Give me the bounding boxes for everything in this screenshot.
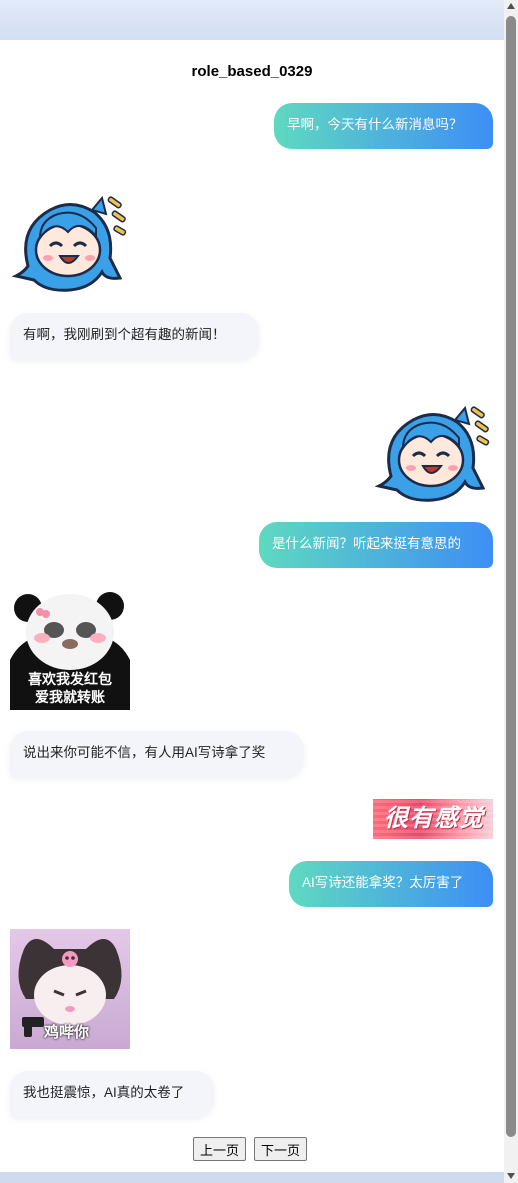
anime-girl-sticker xyxy=(11,195,127,292)
banner-sticker: 很有感觉 xyxy=(373,799,493,839)
scroll-up-arrow-icon[interactable] xyxy=(507,3,515,9)
scrollbar[interactable] xyxy=(504,0,518,1183)
message-bubble-sent: AI写诗还能拿奖？太厉害了 xyxy=(289,861,493,907)
next-page-button[interactable]: 下一页 xyxy=(254,1137,308,1161)
panda-meme-sticker: 喜欢我发红包 爱我就转账 xyxy=(10,590,130,710)
kuromi-sticker: 鸡哔你 xyxy=(10,929,130,1049)
banner-sticker-text: 很有感觉 xyxy=(384,805,484,832)
panda-caption-line2: 爱我就转账 xyxy=(35,689,105,705)
message-bubble-received: 我也挺震惊，AI真的太卷了 xyxy=(10,1071,214,1117)
panda-caption-line1: 喜欢我发红包 xyxy=(28,671,112,687)
message-bubble-sent: 是什么新闻？听起来挺有意思的 xyxy=(259,522,493,568)
message-bubble-received: 说出来你可能不信，有人用AI写诗拿了奖 xyxy=(10,731,304,777)
message-bubble-sent: 早啊，今天有什么新消息吗？ xyxy=(274,103,493,149)
scroll-down-arrow-icon[interactable] xyxy=(507,1173,515,1179)
chat-title: role_based_0329 xyxy=(191,63,313,80)
anime-girl-sticker xyxy=(374,405,490,502)
message-bubble-received: 有啊，我刚刷到个超有趣的新闻！ xyxy=(10,313,259,359)
kuromi-caption: 鸡哔你 xyxy=(44,1024,90,1041)
scroll-thumb[interactable] xyxy=(506,16,516,1137)
window-top-band xyxy=(0,0,504,40)
window-bottom-band xyxy=(0,1172,504,1183)
prev-page-button[interactable]: 上一页 xyxy=(193,1137,247,1161)
